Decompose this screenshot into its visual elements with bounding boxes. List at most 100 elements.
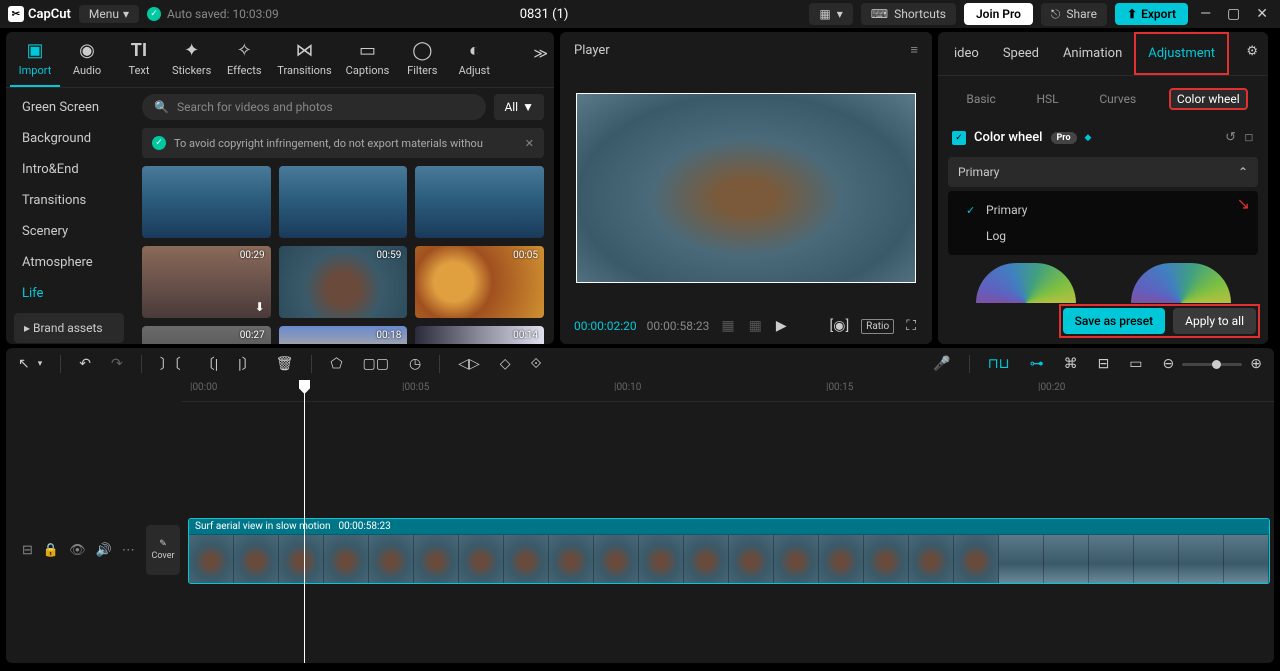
layout-button[interactable]: ▦ ▾ [809, 3, 852, 25]
reset-icon[interactable]: ↺ [1225, 130, 1236, 145]
track-collapse-icon[interactable]: ⊟ [22, 543, 33, 558]
duplicate-icon[interactable]: ▢▢ [361, 354, 391, 374]
cat-transitions[interactable]: Transitions [6, 185, 132, 216]
close-button[interactable]: ✕ [1252, 6, 1272, 22]
color-wheel-checkbox[interactable]: ✓ [952, 131, 966, 145]
tab-captions[interactable]: ▭Captions [340, 36, 396, 87]
media-thumb[interactable] [415, 166, 544, 238]
tab-audio[interactable]: ◉Audio [62, 36, 112, 87]
filter-all-button[interactable]: All ▼ [494, 94, 544, 120]
shortcuts-button[interactable]: ⌨Shortcuts [861, 3, 956, 25]
link-snap-icon[interactable]: ⊶ [1028, 354, 1046, 374]
trim-right-icon[interactable]: |〕 [236, 352, 257, 376]
join-pro-button[interactable]: Join Pro [964, 3, 1033, 25]
cover-button[interactable]: ✎ Cover [146, 525, 180, 575]
delete-icon[interactable]: 🗑 [274, 354, 296, 374]
select-tool-icon[interactable]: ↖ [16, 354, 32, 374]
grid-a-icon[interactable]: ▦ [719, 316, 736, 336]
search-input[interactable]: 🔍 Search for videos and photos [142, 94, 486, 120]
crop-icon[interactable]: ⟐ [529, 354, 544, 374]
cat-background[interactable]: Background [6, 123, 132, 154]
primary-select[interactable]: Primary ⌃ [948, 157, 1258, 187]
tab-effects[interactable]: ✧Effects [219, 36, 269, 87]
brand-assets-button[interactable]: ▸ Brand assets [14, 313, 124, 343]
mirror-icon[interactable]: ◁▷ [456, 354, 482, 374]
save-preset-button[interactable]: Save as preset [1063, 308, 1165, 334]
media-thumb[interactable] [279, 166, 408, 238]
inspector-more-icon[interactable]: ⚙ [1240, 32, 1264, 75]
speed-icon[interactable]: ◷ [407, 354, 423, 374]
select-chevron-icon[interactable]: ▾ [36, 357, 45, 371]
tab-text[interactable]: TIText [114, 36, 164, 87]
timeline[interactable]: |00:00|00:05|00:10|00:15|00:20 ⊟ 🔒 👁 🔊 ⋯… [6, 380, 1274, 663]
banner-close-icon[interactable]: ✕ [525, 137, 534, 150]
tab-adjust[interactable]: ◐Adjust [449, 36, 499, 87]
subtab-curves[interactable]: Curves [1091, 88, 1144, 110]
player-menu-icon[interactable]: ≡ [910, 42, 918, 58]
magnet-icon[interactable]: ⊓⊔ [986, 354, 1012, 374]
minimize-button[interactable]: — [1196, 6, 1215, 22]
media-thumb[interactable] [142, 166, 271, 238]
subtab-basic[interactable]: Basic [958, 88, 1003, 110]
media-thumb[interactable]: 00:29⬇ [142, 246, 271, 318]
tab-transitions[interactable]: ⋈Transitions [271, 36, 337, 87]
media-thumb[interactable]: 00:14 [415, 326, 544, 344]
track-lock-icon[interactable]: 🔒 [43, 543, 59, 558]
tab-adjustment[interactable]: Adjustment [1134, 32, 1229, 75]
track-mute-icon[interactable]: 🔊 [96, 543, 112, 558]
preview-render-icon[interactable]: ▭ [1127, 354, 1144, 374]
undo-icon[interactable]: ↶ [77, 354, 93, 374]
subtab-color-wheel[interactable]: Color wheel [1169, 88, 1248, 110]
mic-icon[interactable]: 🎤 [931, 354, 952, 374]
zoom-out-icon[interactable]: ⊖ [1161, 354, 1177, 374]
rotate-icon[interactable]: ◇ [498, 354, 513, 374]
zoom-in-icon[interactable]: ⊕ [1248, 354, 1264, 374]
cat-scenery[interactable]: Scenery [6, 216, 132, 247]
media-thumb[interactable]: 00:27 [142, 326, 271, 344]
menu-button[interactable]: Menu▾ [79, 5, 139, 23]
link-icon[interactable]: ⌘ [1062, 354, 1080, 374]
playhead[interactable] [304, 380, 305, 663]
tab-speed[interactable]: Speed [991, 32, 1051, 75]
option-log[interactable]: Log [948, 223, 1258, 249]
grid-b-icon[interactable]: ▦ [747, 316, 764, 336]
tabs-more-icon[interactable]: ≫ [533, 46, 548, 62]
media-thumb[interactable]: 00:05 [415, 246, 544, 318]
cat-atmosphere[interactable]: Atmosphere [6, 247, 132, 278]
fullscreen-icon[interactable]: ⛶ [904, 316, 918, 336]
cat-green-screen[interactable]: Green Screen [6, 92, 132, 123]
media-thumb[interactable]: 00:18 [279, 326, 408, 344]
keyframe-icon[interactable]: ◇ [1240, 129, 1258, 147]
video-preview[interactable] [576, 93, 916, 283]
scan-icon[interactable]: [◉] [828, 316, 852, 336]
track-visible-icon[interactable]: 👁 [69, 543, 86, 558]
marker-icon[interactable]: ⬠ [328, 354, 344, 374]
media-thumb[interactable]: 00:59 [279, 246, 408, 318]
split-icon[interactable]: 〕〔 [158, 352, 183, 376]
tab-animation[interactable]: Animation [1051, 32, 1134, 75]
option-primary[interactable]: ✓Primary [948, 197, 1258, 223]
cat-intro-end[interactable]: Intro&End [6, 154, 132, 185]
video-clip[interactable]: Surf aerial view in slow motion 00:00:58… [188, 518, 1270, 584]
export-button[interactable]: ⬆Export [1115, 3, 1188, 25]
tab-stickers[interactable]: ✦Stickers [166, 36, 217, 87]
download-icon[interactable]: ⬇ [255, 300, 265, 314]
apply-all-button[interactable]: Apply to all [1173, 308, 1256, 334]
color-wheel-lift[interactable] [976, 263, 1076, 303]
tab-filters[interactable]: ◯Filters [397, 36, 447, 87]
track-more-icon[interactable]: ⋯ [122, 543, 135, 558]
play-button[interactable]: ▶ [774, 316, 789, 336]
maximize-button[interactable]: ▢ [1223, 6, 1244, 22]
time-ruler[interactable]: |00:00|00:05|00:10|00:15|00:20 [182, 380, 1274, 402]
tab-video[interactable]: ideo [942, 32, 991, 75]
trim-left-icon[interactable]: 〔| [199, 352, 220, 376]
tab-import[interactable]: ▣Import [10, 36, 60, 87]
cat-life[interactable]: Life [6, 278, 132, 309]
align-icon[interactable]: ⊟ [1096, 354, 1112, 374]
ratio-button[interactable]: Ratio [861, 319, 894, 334]
redo-icon[interactable]: ↷ [109, 354, 125, 374]
share-button[interactable]: ⎋Share [1041, 3, 1107, 26]
zoom-slider[interactable] [1182, 363, 1242, 366]
color-wheel-gamma[interactable] [1131, 263, 1231, 303]
subtab-hsl[interactable]: HSL [1028, 88, 1066, 110]
